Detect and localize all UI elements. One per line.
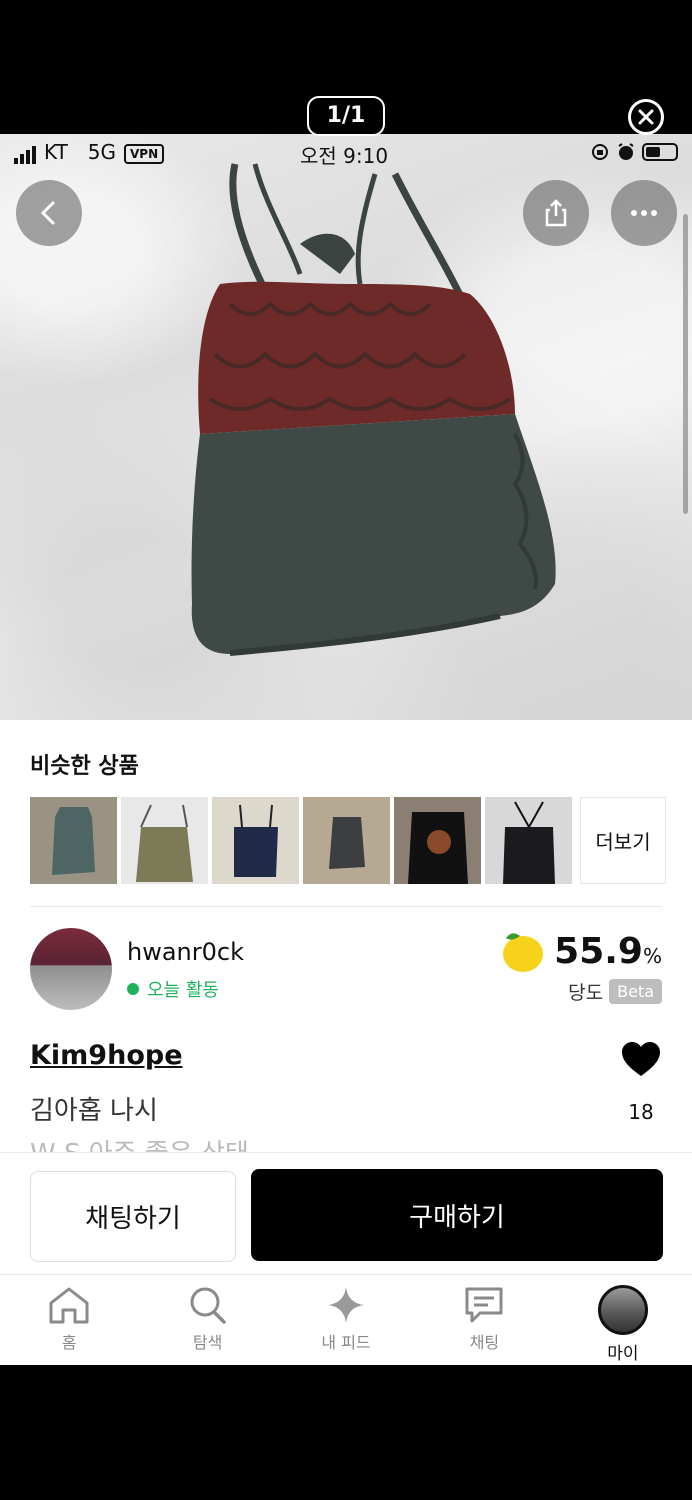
- similar-product-thumb[interactable]: [30, 797, 117, 884]
- home-icon: [49, 1287, 89, 1324]
- chevron-left-icon: [40, 201, 55, 225]
- tab-my[interactable]: 마이: [554, 1275, 692, 1365]
- tab-feed-label: 내 피드: [321, 1333, 371, 1352]
- vpn-badge: VPN: [124, 144, 165, 164]
- similar-product-thumb[interactable]: [303, 797, 390, 884]
- alarm-icon: [618, 143, 634, 160]
- product-title: 김아홉 나시: [30, 1096, 158, 1126]
- network-label: 5G: [87, 140, 117, 164]
- image-counter: 1/1: [307, 96, 385, 136]
- scroll-indicator: [683, 214, 688, 514]
- black-halter-top-image: [503, 801, 555, 884]
- action-bar: 채팅하기 구매하기: [0, 1152, 692, 1274]
- search-icon: [190, 1287, 226, 1324]
- teal-tank-image: [52, 807, 95, 875]
- tab-explore-label: 탐색: [192, 1333, 223, 1352]
- more-similar-button[interactable]: 더보기: [580, 797, 666, 884]
- seller-name[interactable]: hwanr0ck: [127, 938, 244, 966]
- tank-top-image: [191, 163, 556, 656]
- tab-home[interactable]: 홈: [0, 1275, 138, 1365]
- back-button[interactable]: [16, 180, 82, 246]
- more-icon: [631, 210, 657, 216]
- sweetness-unit: %: [642, 943, 662, 968]
- black-sequin-top-image: [408, 812, 468, 884]
- share-icon: [545, 199, 567, 227]
- similar-product-thumb[interactable]: [394, 797, 481, 884]
- status-bar: KT 5G VPN 오전 9:10: [0, 134, 692, 172]
- similar-product-thumb[interactable]: [485, 797, 572, 884]
- similar-product-thumb[interactable]: [212, 797, 299, 884]
- sweetness-label: 당도: [568, 982, 604, 1004]
- seller-avatar[interactable]: [30, 928, 112, 1010]
- seller-activity-label: 오늘 활동: [147, 980, 219, 1001]
- battery-icon: [642, 143, 678, 161]
- share-button[interactable]: [523, 180, 589, 246]
- beta-badge: Beta: [609, 979, 662, 1004]
- bottom-tab-bar: 홈 탐색 내 피드 채팅 마이: [0, 1274, 692, 1365]
- divider: [30, 906, 662, 907]
- tab-chat-label: 채팅: [469, 1333, 500, 1352]
- carrier-label: KT: [44, 140, 68, 164]
- sweetness-score: 55.9%: [496, 928, 662, 974]
- gray-tank-image: [329, 817, 365, 869]
- chat-icon: [465, 1287, 503, 1323]
- heart-icon: [622, 1042, 660, 1076]
- like-button[interactable]: 18: [620, 1040, 662, 1124]
- tab-explore[interactable]: 탐색: [138, 1275, 276, 1365]
- chat-button[interactable]: 채팅하기: [30, 1171, 236, 1262]
- avatar: [597, 1285, 648, 1335]
- similar-product-thumb[interactable]: [121, 797, 208, 884]
- rotation-lock-icon: [592, 144, 608, 160]
- like-count: 18: [628, 1100, 654, 1124]
- tab-my-label: 마이: [607, 1344, 639, 1364]
- online-dot: [127, 983, 139, 995]
- close-icon: [638, 109, 654, 125]
- similar-products-title: 비슷한 상품: [30, 754, 139, 779]
- tab-chat[interactable]: 채팅: [415, 1275, 553, 1365]
- product-description: W S 아주 좋은 상태: [30, 1134, 249, 1152]
- similar-products-list: 더보기: [30, 797, 666, 884]
- product-photo[interactable]: KT 5G VPN 오전 9:10: [0, 134, 692, 720]
- lemon-icon: [503, 933, 544, 972]
- sweetness-label-row: 당도 Beta: [568, 978, 662, 1005]
- buy-button[interactable]: 구매하기: [251, 1169, 663, 1261]
- more-options-button[interactable]: [611, 180, 677, 246]
- signal-icon: [14, 146, 36, 164]
- tab-feed[interactable]: 내 피드: [277, 1275, 415, 1365]
- sparkle-icon: [328, 1287, 365, 1323]
- close-viewer-button[interactable]: [628, 99, 664, 135]
- navy-cami-image: [234, 804, 278, 877]
- olive-cami-image: [136, 804, 193, 882]
- brand-link[interactable]: Kim9hope: [30, 1040, 183, 1071]
- sweetness-value: 55.9: [554, 930, 643, 972]
- status-time: 오전 9:10: [300, 144, 389, 168]
- tab-home-label: 홈: [61, 1333, 77, 1352]
- image-viewer-header: 1/1: [0, 0, 692, 136]
- seller-activity: 오늘 활동: [127, 976, 219, 1002]
- app-screen: KT 5G VPN 오전 9:10 비슷한 상품 더보기 hwanr0ck 오늘…: [0, 134, 692, 1365]
